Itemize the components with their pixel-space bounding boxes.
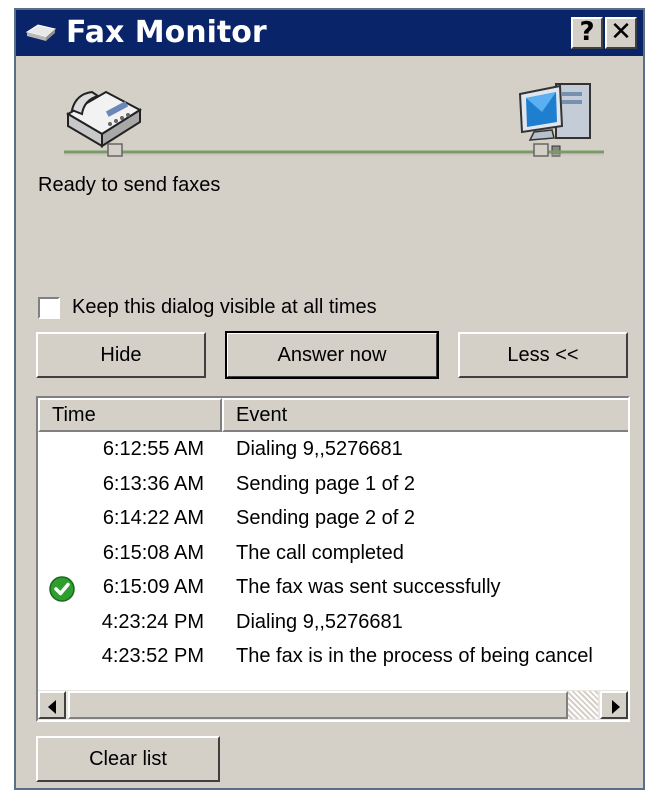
scroll-left-button[interactable] xyxy=(38,691,66,719)
cell-event: Sending page 1 of 2 xyxy=(236,472,416,495)
keep-visible-checkbox[interactable] xyxy=(38,297,60,319)
cell-time: 6:15:09 AM xyxy=(102,576,204,598)
hide-button[interactable]: Hide xyxy=(36,332,206,378)
window-title: Fax Monitor xyxy=(66,15,267,50)
keep-visible-label[interactable]: Keep this dialog visible at all times xyxy=(72,296,377,319)
cell-event: Dialing 9,,5276681 xyxy=(236,438,403,460)
scroll-track[interactable] xyxy=(568,691,598,719)
arrow-right-icon xyxy=(612,700,620,714)
answer-now-button[interactable]: Answer now xyxy=(225,331,439,379)
cell-event: Sending page 2 of 2 xyxy=(236,507,416,529)
cell-time: 6:15:08 AM xyxy=(102,541,204,564)
less-button[interactable]: Less << xyxy=(458,332,628,378)
scroll-thumb[interactable] xyxy=(68,691,568,719)
column-header-time[interactable]: Time xyxy=(38,398,222,432)
connection-line-icon xyxy=(64,143,604,157)
cell-event: The fax was sent successfully xyxy=(236,576,501,598)
cell-event: The fax is in the process of being cance… xyxy=(236,645,593,667)
cell-time: 4:23:52 PM xyxy=(101,645,204,667)
list-item[interactable]: 4:23:24 PM Dialing 9,,5276681 xyxy=(38,607,628,642)
help-button[interactable]: ? xyxy=(571,17,603,49)
title-bar[interactable]: Fax Monitor ? ✕ xyxy=(16,10,643,56)
scroll-right-button[interactable] xyxy=(600,691,628,719)
close-button[interactable]: ✕ xyxy=(605,17,637,49)
cell-time: 6:12:55 AM xyxy=(102,438,204,460)
list-item[interactable]: 4:23:52 PM The fax is in the process of b… xyxy=(38,641,628,676)
arrow-left-icon xyxy=(48,700,56,714)
list-item[interactable]: 6:15:09 AM The fax was sent successfully xyxy=(38,572,628,607)
list-item[interactable]: 6:15:08 AM The call completed xyxy=(38,538,628,573)
list-rows: 6:12:55 AM Dialing 9,,5276681 6:13:36 AM Se… xyxy=(38,434,628,676)
list-header: Time Event xyxy=(38,398,628,432)
cell-time: 4:23:24 PM xyxy=(101,610,204,633)
status-text: Ready to send faxes xyxy=(38,174,221,196)
cell-time: 6:14:22 AM xyxy=(102,507,204,529)
list-item[interactable]: 6:14:22 AM Sending page 2 of 2 xyxy=(38,503,628,538)
event-list[interactable]: Time Event 6:12:55 AM Dialing 9,,5276681 6… xyxy=(36,396,630,722)
list-item[interactable]: 6:13:36 AM Sending page 1 of 2 xyxy=(38,469,628,504)
list-item[interactable]: 6:12:55 AM Dialing 9,,5276681 xyxy=(38,434,628,469)
cell-event: Dialing 9,,5276681 xyxy=(236,610,403,633)
column-header-event[interactable]: Event xyxy=(222,398,628,432)
fax-monitor-window: Fax Monitor ? ✕ Ready to send faxes Keep… xyxy=(14,8,645,790)
clear-list-button[interactable]: Clear list xyxy=(36,736,220,782)
horizontal-scrollbar[interactable] xyxy=(38,690,628,720)
close-icon: ✕ xyxy=(610,17,632,47)
fax-machine-icon xyxy=(25,24,57,41)
cell-event: The call completed xyxy=(236,541,404,564)
cell-time: 6:13:36 AM xyxy=(102,472,204,495)
